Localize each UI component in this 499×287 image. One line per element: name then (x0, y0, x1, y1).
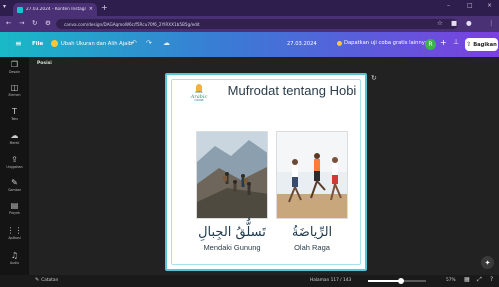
sidebar-item-text[interactable]: T Teks (0, 107, 29, 122)
help-icon[interactable]: ? (490, 277, 493, 283)
main-menu-icon[interactable]: ≡ (15, 40, 22, 48)
bottom-bar: ✎ Catatan Halaman 117 / 143 57% ▦ ⤢ ? (0, 275, 499, 287)
upload-icon: ⇪ (11, 155, 18, 164)
sport-class-photo[interactable] (276, 131, 348, 219)
maximize-button[interactable]: □ (467, 3, 473, 9)
brand-logo: KAMAL Arabic COURSE (188, 84, 210, 103)
sidebar-item-label: Merek (9, 141, 20, 145)
sidebar-item-audio[interactable]: ♫ Audio (0, 251, 29, 266)
sidebar-item-label: Teks (11, 117, 18, 121)
share-label: Bagikan (473, 41, 497, 48)
minimize-button[interactable]: – (447, 3, 450, 9)
canva-favicon-icon (17, 6, 23, 13)
insights-icon[interactable]: ⊥ (453, 39, 459, 46)
notes-label: Catatan (41, 278, 59, 283)
new-tab-button[interactable]: + (101, 4, 108, 12)
forward-icon[interactable]: → (19, 20, 24, 27)
magic-assist-button[interactable]: ✦ (481, 256, 494, 269)
brand-icon: ☁ (10, 131, 19, 140)
arabic-caption-hiking[interactable]: تَسلُّقُ الجِبالِ (190, 226, 274, 240)
back-icon[interactable]: ← (6, 20, 11, 27)
crown-icon (337, 40, 342, 46)
grid-view-icon[interactable]: ▦ (464, 277, 470, 283)
crown-icon (51, 40, 58, 47)
cloud-save-icon[interactable]: ☁ (163, 40, 170, 47)
page-counter[interactable]: Halaman 117 / 143 (310, 278, 351, 283)
browser-tab[interactable]: 27.03.2024 - Konten Instagram × (13, 3, 97, 16)
zoom-slider-fill (368, 280, 402, 282)
notes-button[interactable]: ✎ Catatan (35, 277, 59, 284)
url-field[interactable]: canva.com/design/DAGAqmoW6c/f5Rcu70f6_2Y… (56, 19, 458, 29)
fullscreen-icon[interactable]: ⤢ (477, 277, 482, 283)
tab-close-icon[interactable]: × (89, 7, 93, 12)
avatar[interactable]: R (425, 39, 436, 50)
sidebar-item-label: Desain (9, 70, 20, 74)
notes-icon: ✎ (35, 277, 40, 283)
zoom-level[interactable]: 57% (446, 278, 456, 283)
sidebar-item-design[interactable]: ❒ Desain (0, 60, 29, 75)
tab-search-icon[interactable]: ▾ (3, 4, 6, 10)
sidebar-item-label: Audio (9, 261, 20, 265)
design-icon: ❒ (10, 60, 19, 69)
refresh-page-icon[interactable]: ↻ (371, 75, 377, 82)
reload-icon[interactable]: ↻ (32, 20, 37, 27)
document-title[interactable]: 27.03.2024 (287, 41, 317, 47)
mountain-hiking-photo[interactable] (196, 131, 268, 219)
left-sidebar: ❒ Desain ◫ Elemen T Teks ☁ Merek ⇪ Ungga… (0, 57, 29, 287)
share-icon: ⇧ (466, 40, 472, 48)
sidebar-item-label: Unggahan (6, 165, 23, 169)
profile-icon[interactable]: ● (466, 20, 472, 27)
url-text: canva.com/design/DAGAqmoW6c/f5Rcu70f6_2Y… (64, 21, 200, 27)
sidebar-item-apps[interactable]: ⋮⋮ Aplikasi (0, 226, 29, 241)
zoom-slider-handle[interactable] (398, 278, 405, 284)
resize-label: Ubah Ukuran dan Alih Ajaib (61, 40, 133, 47)
projects-icon: ▤ (10, 201, 19, 210)
design-page[interactable]: KAMAL Arabic COURSE Mufrodat tentang Hob… (165, 73, 367, 271)
arabic-caption-sport[interactable]: الرِّياضَةُ (270, 226, 354, 240)
browser-address-bar: ← → ↻ ⚙ canva.com/design/DAGAqmoW6c/f5Rc… (0, 16, 499, 32)
sidebar-item-projects[interactable]: ▤ Proyek (0, 201, 29, 216)
extension-icon[interactable]: ■ (451, 20, 457, 27)
redo-icon[interactable]: ↷ (146, 40, 152, 47)
text-icon: T (12, 107, 17, 116)
resize-magic-button[interactable]: Ubah Ukuran dan Alih Ajaib (51, 40, 132, 47)
zoom-slider[interactable] (368, 278, 426, 284)
sidebar-item-draw[interactable]: ✎ Gambar (0, 178, 29, 193)
bookmark-star-icon[interactable]: ☆ (437, 20, 443, 27)
caption-sport[interactable]: Olah Raga (270, 243, 354, 252)
sidebar-item-label: Gambar (8, 188, 21, 192)
tab-title: 27.03.2024 - Konten Instagram (26, 7, 86, 12)
browser-menu-icon[interactable]: ⋮ (488, 20, 495, 27)
brand-sub: COURSE (194, 99, 204, 103)
share-button[interactable]: ⇧ Bagikan (465, 38, 498, 51)
page-title[interactable]: Mufrodat tentang Hobi (222, 84, 362, 98)
position-button[interactable]: Posisi (37, 61, 52, 66)
free-trial-button[interactable]: Dapatkan uji coba gratis lainnya (337, 40, 428, 46)
undo-icon[interactable]: ↶ (131, 40, 137, 47)
sidebar-item-label: Aplikasi (8, 236, 21, 240)
sidebar-item-elements[interactable]: ◫ Elemen (0, 83, 29, 98)
audio-icon: ♫ (10, 251, 19, 260)
sidebar-item-label: Elemen (8, 93, 21, 97)
page-frame: KAMAL Arabic COURSE Mufrodat tentang Hob… (171, 79, 361, 265)
sport-class-illustration (277, 132, 347, 218)
editor-toolbar: ≡ File Ubah Ukuran dan Alih Ajaib ↶ ↷ ☁ … (0, 32, 499, 57)
browser-tab-strip: ▾ 27.03.2024 - Konten Instagram × + – □ … (0, 0, 499, 16)
draw-icon: ✎ (11, 178, 18, 187)
mountain-hiking-illustration (197, 132, 267, 218)
sidebar-item-brand[interactable]: ☁ Merek (0, 131, 29, 146)
file-menu-button[interactable]: File (32, 41, 43, 47)
elements-icon: ◫ (10, 83, 19, 92)
apps-icon: ⋮⋮ (6, 226, 23, 235)
close-window-button[interactable]: × (487, 3, 492, 9)
sidebar-item-label: Proyek (9, 211, 20, 215)
sidebar-item-uploads[interactable]: ⇪ Unggahan (0, 155, 29, 170)
site-info-icon[interactable]: ⚙ (45, 20, 51, 27)
add-collaborator-button[interactable]: + (440, 39, 447, 47)
caption-hiking[interactable]: Mendaki Gunung (190, 243, 274, 252)
trial-label: Dapatkan uji coba gratis lainnya (344, 40, 428, 46)
